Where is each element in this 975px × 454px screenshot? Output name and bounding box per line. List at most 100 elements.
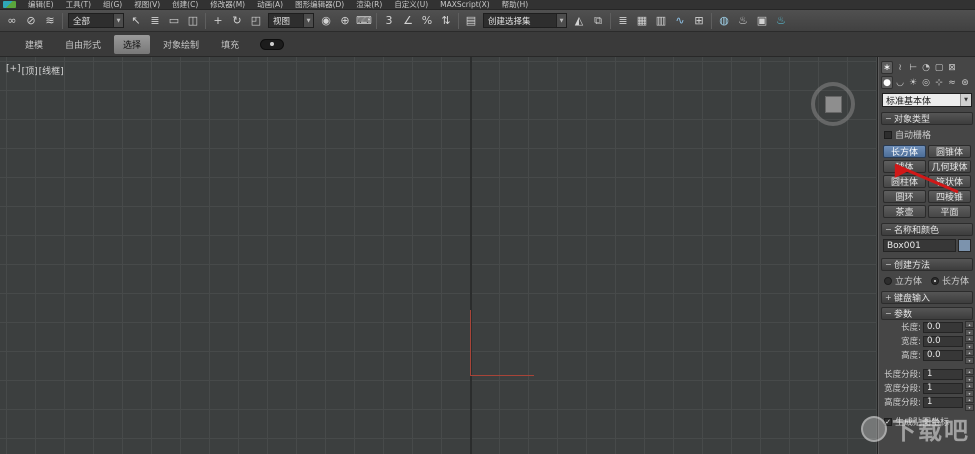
viewport-top[interactable]: [+] [顶] [线框] <box>0 57 878 454</box>
app-logo-icon[interactable] <box>3 1 16 8</box>
tab-hierarchy[interactable]: ⊢ <box>907 61 919 74</box>
menu-item[interactable]: 动画(A) <box>251 0 289 10</box>
tab-motion[interactable]: ◔ <box>920 61 932 74</box>
angle-snap-icon[interactable]: ∠ <box>399 12 417 30</box>
ribbon-tab[interactable]: 填充 <box>212 35 248 54</box>
rollout-name-color[interactable]: − 名称和颜色 <box>881 223 973 236</box>
spinner-arrows[interactable] <box>965 349 974 364</box>
keyboard-shortcut-override-icon[interactable]: ⌨ <box>355 12 373 30</box>
menu-item[interactable]: 图形编辑器(D) <box>289 0 350 10</box>
spinner-arrows[interactable] <box>965 382 974 397</box>
bind-to-space-warp-icon[interactable]: ≋ <box>41 12 59 30</box>
object-type-button[interactable]: 球体 <box>883 160 926 173</box>
parameter-input[interactable]: 1 <box>923 382 963 394</box>
spinner-arrows[interactable] <box>965 335 974 350</box>
tab-display[interactable]: ▢ <box>933 61 945 74</box>
object-type-button[interactable]: 茶壶 <box>883 205 926 218</box>
selection-filter-dropdown[interactable]: 全部 ▼ <box>68 13 124 28</box>
ribbon-tab[interactable]: 选择 <box>114 34 151 54</box>
curve-editor-icon[interactable]: ∿ <box>671 12 689 30</box>
schematic-view-icon[interactable]: ⊞ <box>690 12 708 30</box>
parameter-input[interactable]: 1 <box>923 396 963 408</box>
render-setup-icon[interactable]: ♨ <box>734 12 752 30</box>
primitive-category-dropdown[interactable]: 标准基本体 ▼ <box>882 93 972 107</box>
subtab-shapes[interactable]: ◡ <box>894 76 906 89</box>
render-production-icon[interactable]: ♨ <box>772 12 790 30</box>
edit-named-selection-sets-icon[interactable]: ▤ <box>462 12 480 30</box>
tab-create[interactable]: ∗ <box>881 61 893 74</box>
viewport-menu-plus[interactable]: [+] <box>6 64 21 77</box>
subtab-geometry[interactable]: ● <box>881 76 893 89</box>
rollout-creation-method[interactable]: − 创建方法 <box>881 258 973 271</box>
object-type-button[interactable]: 圆环 <box>883 190 926 203</box>
menu-item[interactable]: 修改器(M) <box>204 0 251 10</box>
use-pivot-point-center-icon[interactable]: ◉ <box>317 12 335 30</box>
viewcube[interactable] <box>811 82 855 126</box>
rollout-keyboard-entry[interactable]: + 键盘输入 <box>881 291 973 304</box>
menu-item[interactable]: MAXScript(X) <box>434 0 495 9</box>
menu-item[interactable]: 编辑(E) <box>22 0 60 10</box>
rollout-parameters[interactable]: − 参数 <box>881 307 973 320</box>
select-and-scale-icon[interactable]: ◰ <box>247 12 265 30</box>
viewcube-top-face[interactable] <box>824 95 842 113</box>
object-color-swatch[interactable] <box>958 239 971 252</box>
reference-coordinate-dropdown[interactable]: 视图 ▼ <box>268 13 314 28</box>
ribbon-tab[interactable]: 自由形式 <box>56 35 110 54</box>
creation-method-option[interactable]: 长方体 <box>931 274 969 287</box>
object-type-button[interactable]: 几何球体 <box>928 160 971 173</box>
viewport-menu-shading[interactable]: [线框] <box>39 64 64 77</box>
snaps-toggle-icon[interactable]: 3 <box>380 12 398 30</box>
material-editor-icon[interactable]: ◍ <box>715 12 733 30</box>
parameter-input[interactable]: 0.0 <box>923 321 963 333</box>
menu-item[interactable]: 创建(C) <box>166 0 204 10</box>
unlink-selection-icon[interactable]: ⊘ <box>22 12 40 30</box>
object-type-button[interactable]: 平面 <box>928 205 971 218</box>
parameter-input[interactable]: 0.0 <box>923 349 963 361</box>
graphite-ribbon-icon[interactable]: ▥ <box>652 12 670 30</box>
spinner-arrows[interactable] <box>965 368 974 383</box>
subtab-lights[interactable]: ☀ <box>907 76 919 89</box>
subtab-cameras[interactable]: ◎ <box>920 76 932 89</box>
select-and-link-icon[interactable]: ∞ <box>3 12 21 30</box>
creation-method-option[interactable]: 立方体 <box>884 274 922 287</box>
menu-item[interactable]: 视图(V) <box>128 0 166 10</box>
ribbon-minimize-toggle[interactable] <box>260 38 285 50</box>
align-icon[interactable]: ⧉ <box>589 12 607 30</box>
autogrid-checkbox[interactable] <box>884 130 892 139</box>
select-and-move-icon[interactable]: + <box>209 12 227 30</box>
named-selection-sets-dropdown[interactable]: 创建选择集 ▼ <box>483 13 567 28</box>
object-type-button[interactable]: 圆柱体 <box>883 175 926 188</box>
ribbon-tab[interactable]: 建模 <box>16 35 52 54</box>
select-and-manipulate-icon[interactable]: ⊕ <box>336 12 354 30</box>
object-type-button[interactable]: 管状体 <box>928 175 971 188</box>
mirror-icon[interactable]: ◭ <box>570 12 588 30</box>
select-by-name-icon[interactable]: ≣ <box>146 12 164 30</box>
menu-item[interactable]: 工具(T) <box>60 0 97 10</box>
window-crossing-icon[interactable]: ◫ <box>184 12 202 30</box>
rendered-frame-window-icon[interactable]: ▣ <box>753 12 771 30</box>
rollout-object-type[interactable]: − 对象类型 <box>881 112 973 125</box>
scene-explorer-icon[interactable]: ≣ <box>614 12 632 30</box>
menu-item[interactable]: 自定义(U) <box>388 0 434 10</box>
percent-snap-icon[interactable]: % <box>418 12 436 30</box>
object-type-button[interactable]: 圆锥体 <box>928 145 971 158</box>
spinner-snap-icon[interactable]: ⇅ <box>437 12 455 30</box>
menu-item[interactable]: 组(G) <box>97 0 128 10</box>
viewport-menu-view[interactable]: [顶] <box>22 64 38 77</box>
menu-item[interactable]: 渲染(R) <box>350 0 388 10</box>
spinner-arrows[interactable] <box>965 321 974 336</box>
object-type-button[interactable]: 长方体 <box>883 145 926 158</box>
subtab-space-warps[interactable]: ≈ <box>946 76 958 89</box>
select-object-icon[interactable]: ↖ <box>127 12 145 30</box>
layer-manager-icon[interactable]: ▦ <box>633 12 651 30</box>
subtab-helpers[interactable]: ⊹ <box>933 76 945 89</box>
rectangular-selection-region-icon[interactable]: ▭ <box>165 12 183 30</box>
object-type-button[interactable]: 四棱锥 <box>928 190 971 203</box>
select-and-rotate-icon[interactable]: ↻ <box>228 12 246 30</box>
parameter-input[interactable]: 0.0 <box>923 335 963 347</box>
tab-utilities[interactable]: ⊠ <box>946 61 958 74</box>
subtab-systems[interactable]: ⊛ <box>959 76 971 89</box>
ribbon-tab[interactable]: 对象绘制 <box>154 35 208 54</box>
parameter-input[interactable]: 1 <box>923 368 963 380</box>
tab-modify[interactable]: ≀ <box>894 61 906 74</box>
